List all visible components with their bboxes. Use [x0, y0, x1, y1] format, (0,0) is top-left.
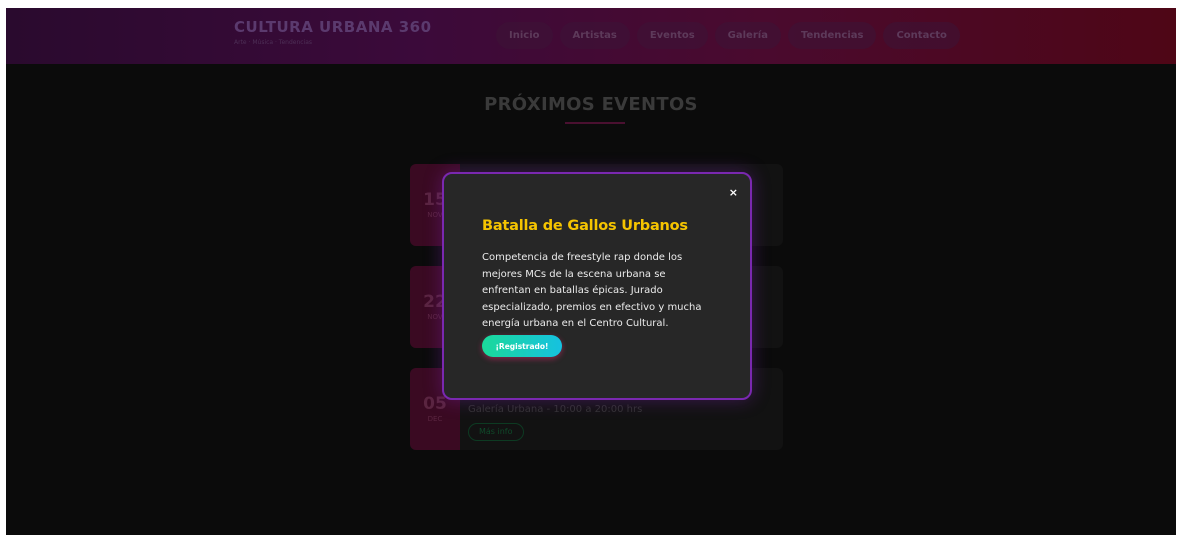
close-icon[interactable]: × [729, 186, 738, 199]
section-title: PRÓXIMOS EVENTOS [484, 94, 698, 115]
event-month: DEC [427, 415, 443, 423]
more-info-button[interactable]: Más info [468, 423, 524, 441]
main-nav: Inicio Artistas Eventos Galería Tendenci… [496, 22, 960, 49]
brand-tagline: Arte · Música · Tendencias [234, 39, 313, 46]
nav-item-tendencias[interactable]: Tendencias [787, 22, 877, 49]
modal-description: Competencia de freestyle rap donde los m… [482, 252, 702, 329]
event-day: 05 [423, 394, 447, 414]
brand-title: CULTURA URBANA 360 [234, 18, 432, 36]
nav-item-contacto[interactable]: Contacto [883, 22, 960, 49]
event-month: NOV [427, 211, 443, 219]
nav-item-inicio[interactable]: Inicio [496, 22, 553, 49]
modal-title: Batalla de Gallos Urbanos [482, 218, 688, 234]
nav-item-galeria[interactable]: Galería [714, 22, 781, 49]
brand-logo[interactable]: CULTURA URBANA 360 Arte · Música · Tende… [234, 18, 432, 46]
site-header: CULTURA URBANA 360 Arte · Música · Tende… [6, 8, 1176, 64]
register-button[interactable]: ¡Registrado! [482, 335, 562, 357]
event-month: NOV [427, 313, 443, 321]
page-frame: CULTURA URBANA 360 Arte · Música · Tende… [6, 8, 1176, 535]
nav-item-eventos[interactable]: Eventos [636, 22, 708, 49]
nav-item-artistas[interactable]: Artistas [559, 22, 630, 49]
event-location-time: Galería Urbana - 10:00 a 20:00 hrs [468, 404, 643, 415]
event-modal: × Batalla de Gallos Urbanos Competencia … [442, 172, 752, 400]
title-underline [565, 122, 625, 124]
event-info: Galería Urbana - 10:00 a 20:00 hrs Más i… [468, 404, 642, 441]
